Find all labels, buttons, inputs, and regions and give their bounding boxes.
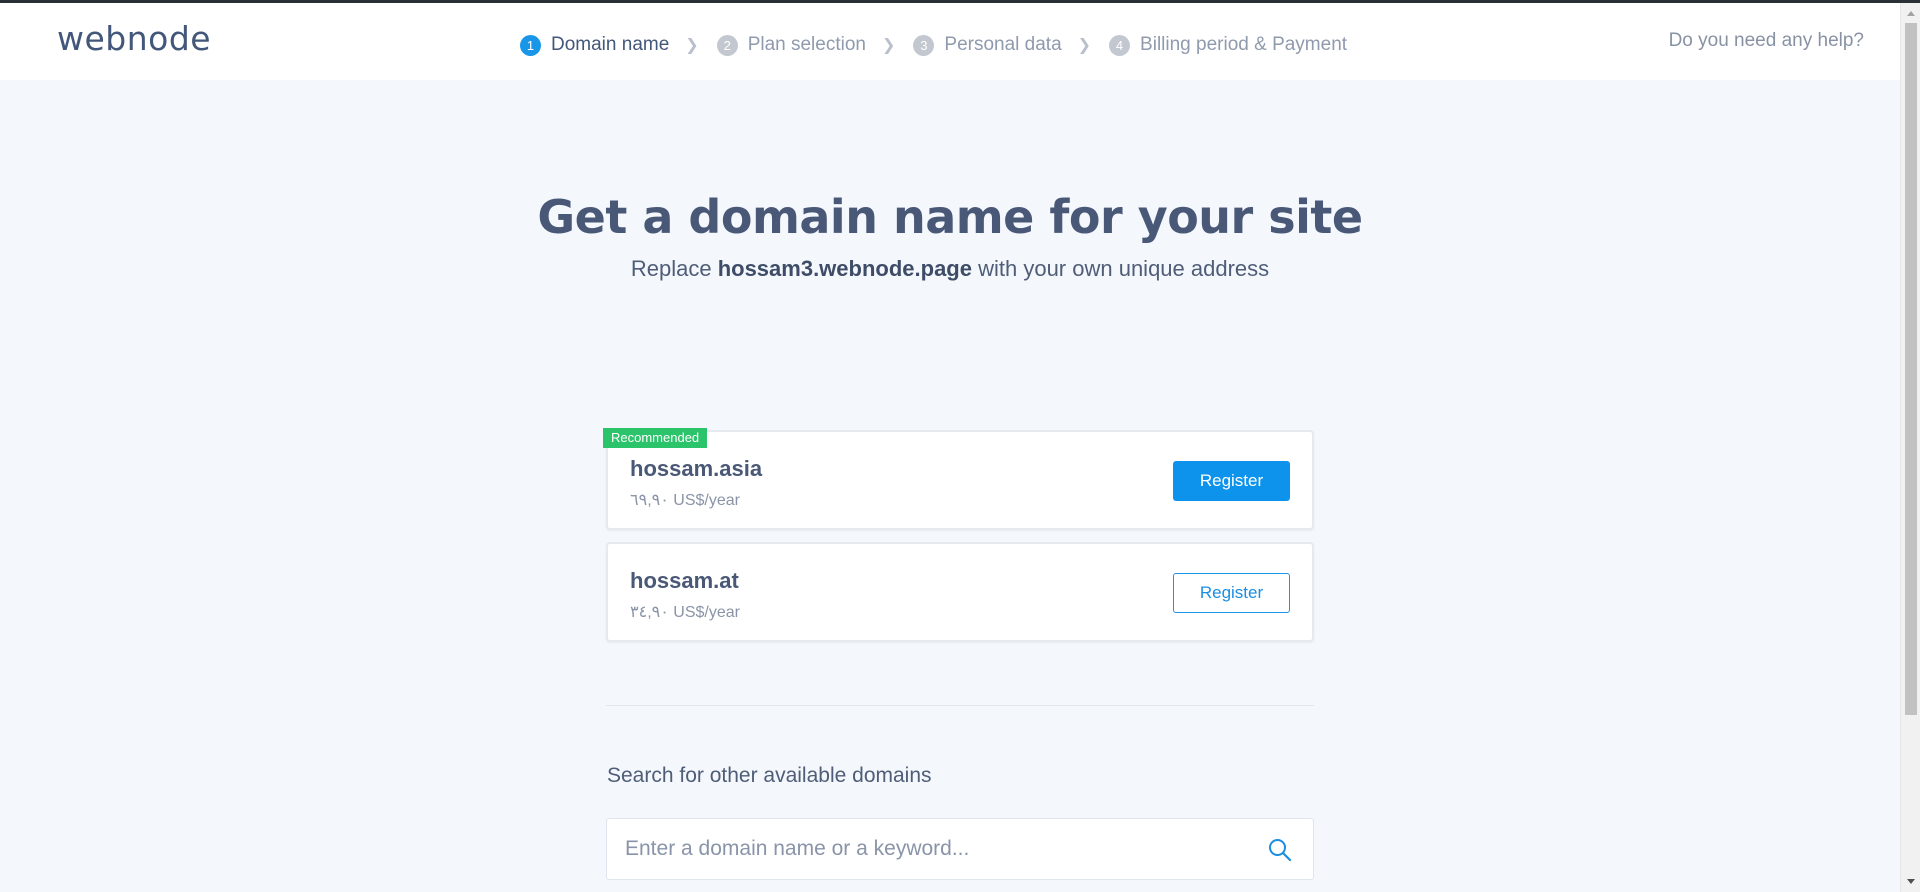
- step-number-badge: 4: [1109, 34, 1131, 56]
- checkout-steps: 1 Domain name ❯ 2 Plan selection ❯ 3 Per…: [520, 27, 1347, 63]
- chevron-right-icon: ❯: [685, 37, 699, 54]
- domain-price: ٣٤,٩٠ US$/year: [630, 604, 740, 621]
- domain-search-box: [606, 818, 1314, 880]
- subtitle-suffix: with your own unique address: [971, 256, 1270, 281]
- step-label: Plan selection: [747, 34, 866, 55]
- chevron-right-icon: ❯: [1077, 37, 1092, 54]
- webnode-logo[interactable]: webnode: [57, 19, 211, 58]
- step-label: Billing period & Payment: [1140, 34, 1348, 55]
- page-subtitle: Replace hossam3.webnode.page with your o…: [0, 256, 1900, 282]
- section-divider: [606, 705, 1314, 706]
- search-section-label: Search for other available domains: [607, 764, 932, 787]
- page-scrollbar[interactable]: [1900, 3, 1920, 892]
- help-link[interactable]: Do you need any help?: [1669, 30, 1864, 52]
- domain-search-input[interactable]: [625, 819, 1225, 879]
- scrollbar-thumb[interactable]: [1905, 23, 1917, 715]
- domain-price: ٦٩,٩٠ US$/year: [630, 492, 740, 509]
- chevron-right-icon: ❯: [881, 37, 896, 54]
- domain-card-recommended: Recommended hossam.asia ٦٩,٩٠ US$/year R…: [603, 428, 1314, 530]
- current-site-address: hossam3.webnode.page: [717, 256, 972, 281]
- top-header: webnode 1 Domain name ❯ 2 Plan selection…: [0, 3, 1900, 80]
- step-number-badge: 2: [716, 34, 738, 56]
- scroll-up-arrow-icon[interactable]: [1907, 11, 1915, 16]
- step-domain-name[interactable]: 1 Domain name: [520, 34, 669, 56]
- register-button[interactable]: Register: [1173, 461, 1290, 501]
- step-plan-selection[interactable]: 2 Plan selection: [716, 34, 866, 56]
- domain-name: hossam.asia: [630, 456, 763, 481]
- step-number-badge: 3: [913, 34, 935, 56]
- page-title: Get a domain name for your site: [537, 190, 1363, 244]
- hero-section: Get a domain name for your site Replace …: [0, 190, 1900, 282]
- step-label: Personal data: [944, 34, 1062, 55]
- search-icon[interactable]: [1267, 837, 1293, 863]
- step-personal-data[interactable]: 3 Personal data: [913, 34, 1062, 56]
- scroll-down-arrow-icon[interactable]: [1907, 879, 1915, 884]
- register-button[interactable]: Register: [1173, 573, 1290, 613]
- step-billing-payment[interactable]: 4 Billing period & Payment: [1109, 34, 1347, 56]
- subtitle-prefix: Replace: [630, 256, 718, 281]
- domain-card: hossam.at ٣٤,٩٠ US$/year Register: [606, 542, 1314, 642]
- recommended-badge: Recommended: [603, 428, 708, 448]
- step-number-badge: 1: [520, 34, 541, 56]
- step-label: Domain name: [551, 34, 670, 55]
- domain-name: hossam.at: [630, 568, 739, 593]
